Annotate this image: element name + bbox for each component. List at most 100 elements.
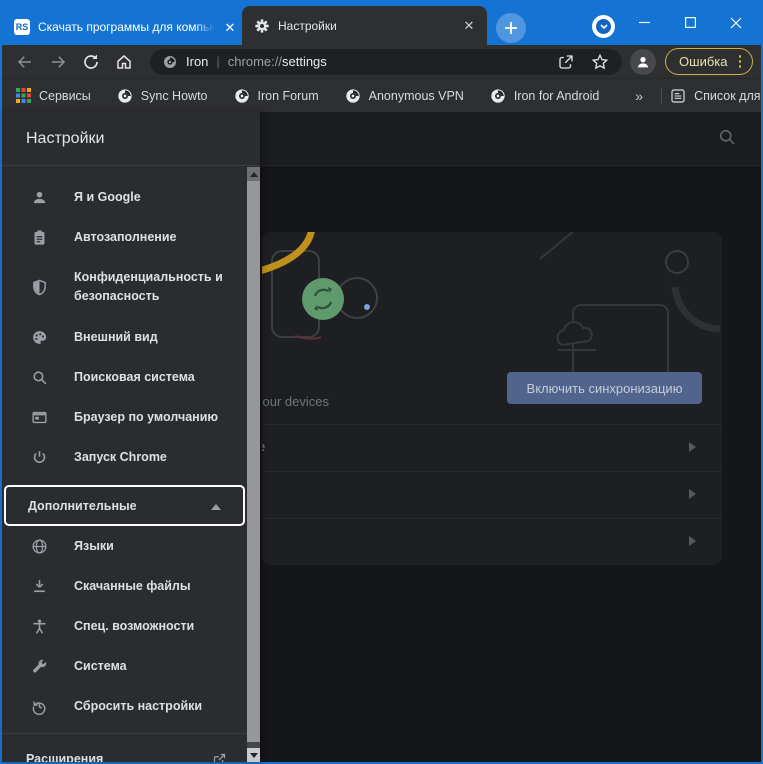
bookmark-services[interactable]: Сервисы [16,88,91,103]
shield-icon [30,278,48,296]
forward-button[interactable] [45,49,71,75]
menu-item-on-startup[interactable]: Запуск Chrome [2,437,247,477]
menu-label: Спец. возможности [74,619,195,633]
reading-list-label: Список для чтения [694,88,763,103]
bookmark-iron-for-android[interactable]: Iron for Android [490,88,599,104]
magnifier-icon [30,368,48,386]
bookmark-label: Iron Forum [257,88,319,103]
rs-favicon: RS [14,19,30,35]
menu-label: Я и Google [74,190,141,204]
settings-row[interactable]: e [262,424,722,471]
reading-list-button[interactable]: Список для чтения [670,88,763,104]
bookmarks-right-group: » Список для чтения [625,86,763,105]
close-tab-icon[interactable]: ✕ [461,18,477,34]
menu-item-default-browser[interactable]: Браузер по умолчанию [2,397,247,437]
scrollbar-down-button[interactable] [247,748,260,762]
tab-settings[interactable]: Настройки ✕ [242,6,487,45]
chevron-right-icon [688,486,696,504]
settings-page: your devices Включить синхронизацию e [2,112,761,762]
row-text-fragment: e [262,439,265,454]
menu-item-languages[interactable]: Языки [2,526,247,566]
menu-label: Сбросить настройки [74,699,203,713]
menu-label: Система [74,659,127,673]
search-icon[interactable] [717,127,737,152]
bookmarks-bar: Сервисы Sync Howto Iron Forum Anonymous … [2,78,763,112]
tab-downloads-page[interactable]: RS Скачать программы для компью ✕ [14,12,238,42]
share-icon[interactable] [556,52,576,72]
bookmark-sync-howto[interactable]: Sync Howto [117,88,208,104]
menu-item-you-and-google[interactable]: Я и Google [2,177,247,217]
power-icon [30,448,48,466]
iron-logo-icon [234,88,249,103]
menu-item-privacy-security[interactable]: Конфиденциальность и безопасность [2,257,247,317]
settings-row[interactable] [262,471,722,518]
address-bar[interactable]: Iron | chrome://settings [150,48,623,75]
avatar[interactable] [630,48,657,75]
settings-drawer: Настройки Я и Google Автозаполнение Конф… [2,112,260,762]
globe-icon [30,537,48,555]
back-button[interactable] [12,49,38,75]
scrollbar-thumb[interactable] [247,181,260,742]
more-vert-icon [735,55,746,68]
menu-item-extensions[interactable]: Расширения [2,746,247,762]
menu-label: Запуск Chrome [74,450,167,464]
reading-list-icon [671,88,685,103]
clipboard-icon [30,228,48,246]
omnibox-separator: | [216,54,220,69]
menu-item-autofill[interactable]: Автозаполнение [2,217,247,257]
error-menu-button[interactable]: Ошибка [665,48,753,75]
iron-logo-icon [118,88,132,103]
iron-logo-icon [491,88,505,103]
bookmark-anonymous-vpn[interactable]: Anonymous VPN [345,88,464,104]
apps-grid-icon [16,88,31,103]
tab-title: Настройки [278,18,337,33]
drawer-divider [2,733,247,734]
minimize-button[interactable] [621,0,667,45]
sync-illustration [262,232,721,372]
scrollbar-up-button[interactable] [247,167,260,181]
browser-icon [30,408,48,426]
menu-label: Дополнительные [28,498,137,513]
palette-icon [30,328,48,346]
site-name[interactable]: Iron [186,54,208,69]
menu-label: Поисковая система [74,370,195,384]
menu-item-accessibility[interactable]: Спец. возможности [2,606,247,646]
new-tab-button[interactable] [496,13,526,43]
menu-item-reset[interactable]: Сбросить настройки [2,686,247,726]
menu-label: Расширения [26,752,104,762]
chevron-down-icon [596,19,611,34]
menu-label: Автозаполнение [74,230,177,244]
bookmark-iron-forum[interactable]: Iron Forum [234,88,319,104]
menu-item-appearance[interactable]: Внешний вид [2,317,247,357]
profile-chevron-badge[interactable] [592,15,615,38]
bookmark-label: Сервисы [39,88,91,103]
close-tab-icon[interactable]: ✕ [222,19,238,35]
settings-row[interactable] [262,518,722,565]
sync-promo-card: your devices Включить синхронизацию e [262,232,722,565]
menu-item-advanced[interactable]: Дополнительные [4,485,245,526]
url-text[interactable]: chrome://settings [228,54,327,69]
menu-label: Внешний вид [74,330,158,344]
chevron-right-icon [688,439,696,457]
enable-sync-button[interactable]: Включить синхронизацию [507,372,702,404]
star-icon[interactable] [590,52,610,72]
site-icon[interactable] [162,54,178,70]
reload-button[interactable] [78,49,104,75]
toolbar: Iron | chrome://settings Ошибка [2,45,761,78]
menu-label: Браузер по умолчанию [74,410,219,424]
history-icon [30,697,48,715]
tab-title: Скачать программы для компью [38,20,214,34]
menu-item-search-engine[interactable]: Поисковая система [2,357,247,397]
drawer-scrollbar[interactable] [247,167,260,762]
tab-strip: RS Скачать программы для компью ✕ Настро… [0,0,763,45]
bookmarks-overflow-chevron[interactable]: » [625,88,653,104]
bookmark-label: Iron for Android [513,88,600,103]
menu-item-system[interactable]: Система [2,646,247,686]
home-button[interactable] [111,49,137,75]
window-controls [621,0,759,45]
maximize-button[interactable] [667,0,713,45]
settings-rows: e [262,424,722,565]
download-icon [30,577,48,595]
close-window-button[interactable] [713,0,759,45]
menu-item-downloads[interactable]: Скачанные файлы [2,566,247,606]
